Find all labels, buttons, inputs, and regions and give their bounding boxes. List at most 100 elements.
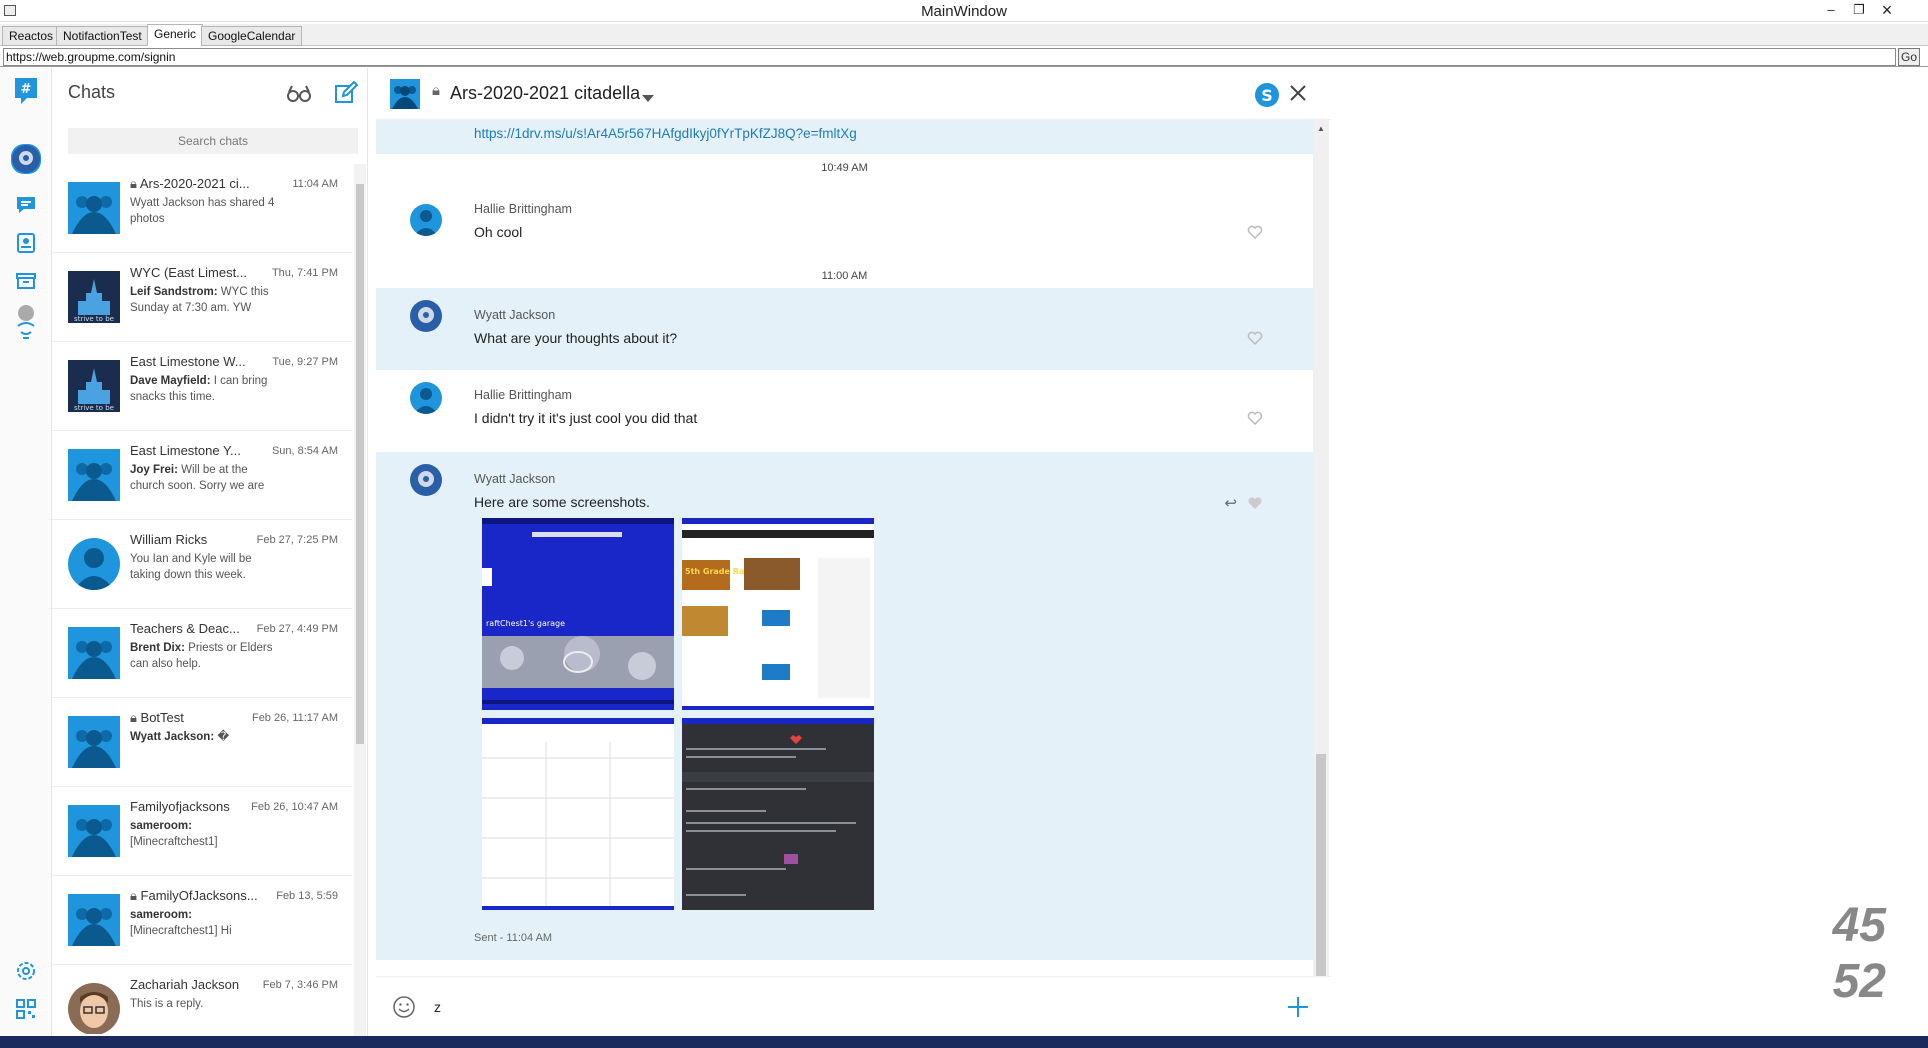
- list-item[interactable]: Zachariah Jackson Feb 7, 3:46 PM This is…: [52, 965, 352, 1034]
- search-chats-input[interactable]: Search chats: [68, 128, 358, 154]
- message-composer[interactable]: z: [376, 976, 1331, 1036]
- go-button[interactable]: Go: [1898, 48, 1920, 66]
- timestamp-divider: 10:49 AM: [821, 162, 868, 174]
- message-item: https://1drv.ms/u/s!Ar4A5r567HAfgdIkyj0f…: [376, 120, 1313, 154]
- chat-preview: You Ian and Kyle will be taking down thi…: [130, 553, 252, 581]
- chat-name: 🔒︎ Ars-2020-2021 ci...: [130, 176, 250, 191]
- photo-thumbnail[interactable]: [682, 718, 874, 910]
- chat-preview: Dave Mayfield: I can bring snacks this t…: [130, 375, 268, 403]
- svg-text:strive to be: strive to be: [74, 315, 114, 323]
- window-titlebar: MainWindow – ❐ ×: [0, 0, 1928, 22]
- taskbar: [0, 1036, 1928, 1048]
- settings-gear-icon[interactable]: [13, 958, 39, 984]
- message-scrollbar[interactable]: ▲ ▼: [1313, 120, 1329, 1030]
- emoji-icon[interactable]: [392, 995, 416, 1024]
- message-text: I didn't try it it's just cool you did t…: [474, 410, 698, 426]
- sender-avatar[interactable]: [410, 300, 442, 332]
- shared-link[interactable]: https://1drv.ms/u/s!Ar4A5r567HAfgdIkyj0f…: [474, 126, 857, 141]
- message-input[interactable]: z: [434, 999, 441, 1015]
- compose-icon[interactable]: [334, 80, 359, 110]
- chat-preview: Wyatt Jackson has shared 4 photos: [130, 197, 275, 225]
- archive-icon[interactable]: [13, 268, 39, 294]
- chat-time: Tue, 9:27 PM: [272, 356, 338, 368]
- scrollbar-thumb[interactable]: [356, 184, 364, 744]
- like-heart-icon[interactable]: [1247, 495, 1263, 511]
- skype-icon[interactable]: S: [1254, 82, 1280, 113]
- glasses-icon[interactable]: [286, 82, 312, 109]
- chevron-down-icon[interactable]: [642, 90, 654, 108]
- list-item[interactable]: strive to be WYC (East Limest... Thu, 7:…: [52, 253, 352, 342]
- tab-generic[interactable]: Generic: [147, 24, 204, 46]
- reply-arrow-icon[interactable]: ↩: [1224, 494, 1237, 512]
- group-avatar: [68, 894, 120, 946]
- user-avatar: [68, 538, 120, 590]
- conversation-panel: 🔒︎ Ars-2020-2021 citadella S https://1dr…: [376, 68, 1331, 1036]
- sender-avatar[interactable]: [410, 204, 442, 236]
- sender-avatar[interactable]: [410, 464, 442, 496]
- conversation-title[interactable]: Ars-2020-2021 citadella: [450, 83, 640, 104]
- group-avatar: [68, 449, 120, 501]
- chat-time: Feb 13, 5:59: [276, 890, 338, 902]
- sender-name: Wyatt Jackson: [474, 472, 556, 486]
- chat-name: WYC (East Limest...: [130, 265, 248, 280]
- message-text: Here are some screenshots.: [474, 494, 650, 510]
- close-icon[interactable]: [1289, 84, 1307, 107]
- restore-button[interactable]: ❐: [1848, 1, 1870, 19]
- tab-notifactiontest[interactable]: NotifactionTest: [56, 26, 149, 46]
- list-item[interactable]: 🔒︎ FamilyOfJacksons... Feb 13, 5:59 same…: [52, 876, 352, 965]
- chat-list: 🔒︎ Ars-2020-2021 ci... 11:04 AM Wyatt Ja…: [52, 164, 352, 1034]
- chat-list-scrollbar[interactable]: [354, 164, 366, 1036]
- minimize-button[interactable]: –: [1820, 1, 1842, 19]
- message-text: Oh cool: [474, 224, 523, 240]
- chat-name: East Limestone W...: [130, 354, 246, 369]
- address-bar: Go: [0, 47, 1928, 67]
- chat-preview: This is a reply.: [130, 998, 204, 1010]
- lock-icon: 🔒︎: [130, 176, 140, 191]
- chats-title: Chats: [68, 82, 116, 102]
- left-rail: #: [0, 68, 52, 1036]
- message-text: What are your thoughts about it?: [474, 330, 678, 346]
- chat-time: 11:04 AM: [292, 178, 338, 190]
- lock-icon: 🔒︎: [130, 888, 141, 903]
- profile-avatar[interactable]: [11, 144, 41, 174]
- chat-preview: Wyatt Jackson: �: [130, 731, 230, 743]
- url-input[interactable]: [3, 48, 1896, 66]
- chat-time: Feb 26, 11:17 AM: [251, 712, 338, 724]
- close-window-button[interactable]: ×: [1876, 1, 1898, 19]
- tab-reactos[interactable]: Reactos: [2, 26, 61, 46]
- chat-time: Feb 7, 3:46 PM: [262, 979, 338, 991]
- user-photo-avatar: [68, 983, 120, 1034]
- contacts-icon[interactable]: [13, 230, 39, 256]
- message-item: Wyatt Jackson What are your thoughts abo…: [376, 288, 1313, 370]
- groupme-logo-icon[interactable]: #: [13, 76, 39, 104]
- chat-time: Feb 26, 10:47 AM: [251, 801, 338, 813]
- chat-list-panel: Chats Search chats 🔒︎ Ars-2020-2021 ci..…: [52, 68, 368, 1036]
- svg-text:S: S: [1261, 86, 1273, 105]
- like-heart-icon[interactable]: [1247, 410, 1263, 426]
- list-item[interactable]: 🔒︎ Ars-2020-2021 ci... 11:04 AM Wyatt Ja…: [52, 164, 352, 253]
- list-item[interactable]: 🔒︎ BotTest Feb 26, 11:17 AM Wyatt Jackso…: [52, 698, 352, 787]
- add-attachment-icon[interactable]: [1286, 995, 1310, 1024]
- chats-icon[interactable]: [13, 192, 39, 218]
- chat-name: 🔒︎ FamilyOfJacksons...: [130, 888, 258, 903]
- sender-avatar[interactable]: [410, 382, 442, 414]
- scroll-up-arrow-icon[interactable]: ▲: [1317, 124, 1325, 133]
- list-item[interactable]: Familyofjacksons Feb 26, 10:47 AM samero…: [52, 787, 352, 876]
- qr-code-icon[interactable]: [13, 996, 39, 1022]
- svg-text:raftChest1's garage: raftChest1's garage: [486, 619, 565, 628]
- photo-thumbnail[interactable]: raftChest1's garage: [482, 518, 674, 710]
- like-heart-icon[interactable]: [1247, 330, 1263, 346]
- list-item[interactable]: East Limestone Y... Sun, 8:54 AM Joy Fre…: [52, 431, 352, 520]
- bot-icon[interactable]: [13, 304, 39, 339]
- list-item[interactable]: William Ricks Feb 27, 7:25 PM You Ian an…: [52, 520, 352, 609]
- timestamp-divider: 11:00 AM: [821, 270, 868, 282]
- list-item[interactable]: Teachers & Deac... Feb 27, 4:49 PM Brent…: [52, 609, 352, 698]
- chat-time: Feb 27, 7:25 PM: [256, 534, 338, 546]
- photo-thumbnail[interactable]: 5th Grade RampedUP: [682, 518, 874, 710]
- chat-preview: Leif Sandstrom: WYC this Sunday at 7:30 …: [130, 286, 269, 314]
- group-avatar: [68, 805, 120, 857]
- tab-googlecalendar[interactable]: GoogleCalendar: [201, 26, 303, 46]
- photo-thumbnail[interactable]: [482, 718, 674, 910]
- list-item[interactable]: strive to be East Limestone W... Tue, 9:…: [52, 342, 352, 431]
- like-heart-icon[interactable]: [1247, 224, 1263, 240]
